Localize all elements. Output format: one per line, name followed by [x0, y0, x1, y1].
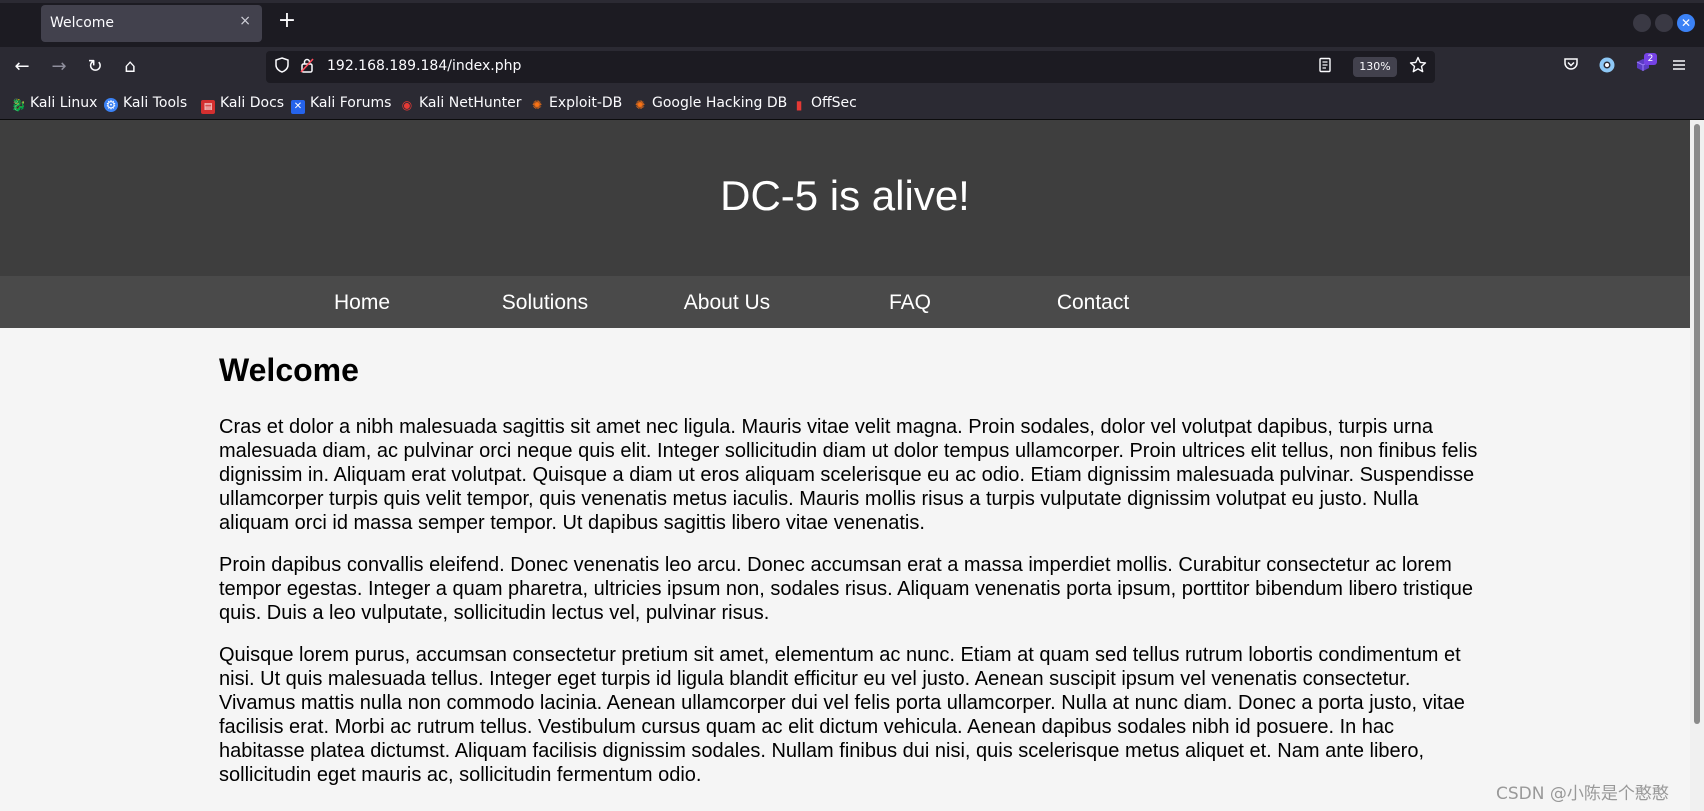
bookmark-label: Google Hacking DB — [652, 95, 788, 111]
bookmark-kali-forums[interactable]: ✕ Kali Forums — [291, 95, 391, 114]
paragraph-1: Cras et dolor a nibh malesuada sagittis … — [219, 416, 1478, 534]
nav-link-solutions[interactable]: Solutions — [455, 291, 635, 315]
shield-icon[interactable] — [275, 57, 289, 77]
minimize-button[interactable] — [1633, 14, 1651, 32]
nav-link-about-us[interactable]: About Us — [637, 291, 817, 315]
account-icon[interactable] — [1596, 56, 1618, 80]
nav-link-contact[interactable]: Contact — [1003, 291, 1183, 315]
extensions-badge: 2 — [1644, 53, 1657, 65]
scrollbar-thumb[interactable] — [1694, 124, 1700, 724]
tab-close-icon[interactable]: × — [239, 13, 251, 29]
bookmark-label: Kali Docs — [220, 95, 285, 111]
navigation-toolbar: ← → ↻ ⌂ 192.168.189.184/index.php 130% — [0, 47, 1704, 87]
bookmark-kali-tools[interactable]: ⚙ Kali Tools — [104, 95, 187, 112]
exploit-db-icon: ✺ — [531, 98, 543, 112]
offsec-icon: ▮ — [795, 98, 803, 112]
google-hacking-db-icon: ✺ — [634, 98, 646, 112]
tab-strip: Welcome × + ✕ — [0, 0, 1704, 47]
bookmark-kali-docs[interactable]: ▤ Kali Docs — [201, 95, 284, 114]
kali-tools-icon: ⚙ — [104, 98, 118, 112]
paragraph-2: Proin dapibus convallis eleifend. Donec … — [219, 554, 1473, 624]
main-content: Welcome Cras et dolor a nibh malesuada s… — [219, 352, 1479, 805]
page-scrollbar[interactable] — [1690, 120, 1704, 811]
nav-link-faq[interactable]: FAQ — [820, 291, 1000, 315]
bookmark-exploit-db[interactable]: ✺ Exploit-DB — [530, 95, 622, 112]
bookmarks-toolbar: 🐉 Kali Linux ⚙ Kali Tools ▤ Kali Docs ✕ Kali… — [0, 87, 1704, 120]
kali-nethunter-icon: ◉ — [401, 98, 413, 112]
bookmark-kali-linux[interactable]: 🐉 Kali Linux — [11, 95, 97, 112]
maximize-button[interactable] — [1655, 14, 1673, 32]
url-text[interactable]: 192.168.189.184/index.php — [327, 58, 521, 74]
new-tab-button[interactable]: + — [274, 8, 300, 34]
bookmark-offsec[interactable]: ▮ OffSec — [792, 95, 857, 112]
site-title: DC-5 is alive! — [720, 172, 970, 219]
bookmark-label: Kali Forums — [310, 95, 392, 111]
tab-title: Welcome — [50, 15, 115, 31]
bookmark-label: Kali NetHunter — [419, 95, 522, 111]
kali-dragon-icon: 🐉 — [11, 98, 26, 112]
paragraph-3: Quisque lorem purus, accumsan consectetu… — [219, 644, 1465, 786]
zoom-level-button[interactable]: 130% — [1353, 57, 1397, 77]
kali-docs-icon: ▤ — [201, 100, 215, 114]
site-header: DC-5 is alive! — [0, 120, 1690, 276]
address-bar[interactable]: 192.168.189.184/index.php 130% — [266, 51, 1435, 83]
csdn-watermark: CSDN @小陈是个憨憨 — [1496, 784, 1669, 804]
bookmark-google-hacking-db[interactable]: ✺ Google Hacking DB — [633, 95, 787, 112]
bookmark-star-icon[interactable] — [1409, 56, 1427, 79]
back-arrow-icon[interactable]: ← — [10, 56, 34, 78]
reload-icon[interactable]: ↻ — [83, 56, 107, 78]
window-close-button[interactable]: ✕ — [1677, 14, 1695, 32]
kali-forums-icon: ✕ — [291, 100, 305, 114]
lock-icon[interactable] — [300, 57, 314, 77]
tab-welcome[interactable]: Welcome × — [41, 5, 262, 42]
pocket-icon[interactable] — [1560, 56, 1582, 78]
forward-arrow-icon[interactable]: → — [47, 56, 71, 78]
bookmark-label: OffSec — [811, 95, 857, 111]
bookmark-label: Kali Linux — [30, 95, 98, 111]
bookmark-label: Kali Tools — [123, 95, 188, 111]
hamburger-menu-icon[interactable] — [1668, 56, 1690, 78]
tab-strip-top-line — [0, 0, 1704, 3]
bookmark-kali-nethunter[interactable]: ◉ Kali NetHunter — [400, 95, 522, 112]
page-heading: Welcome — [219, 352, 359, 388]
nav-link-home[interactable]: Home — [272, 291, 452, 315]
site-nav: Home Solutions About Us FAQ Contact — [0, 276, 1690, 328]
reader-view-icon[interactable] — [1318, 57, 1332, 77]
page-viewport: DC-5 is alive! Home Solutions About Us F… — [0, 120, 1690, 811]
bookmark-label: Exploit-DB — [549, 95, 623, 111]
home-icon[interactable]: ⌂ — [118, 56, 142, 78]
